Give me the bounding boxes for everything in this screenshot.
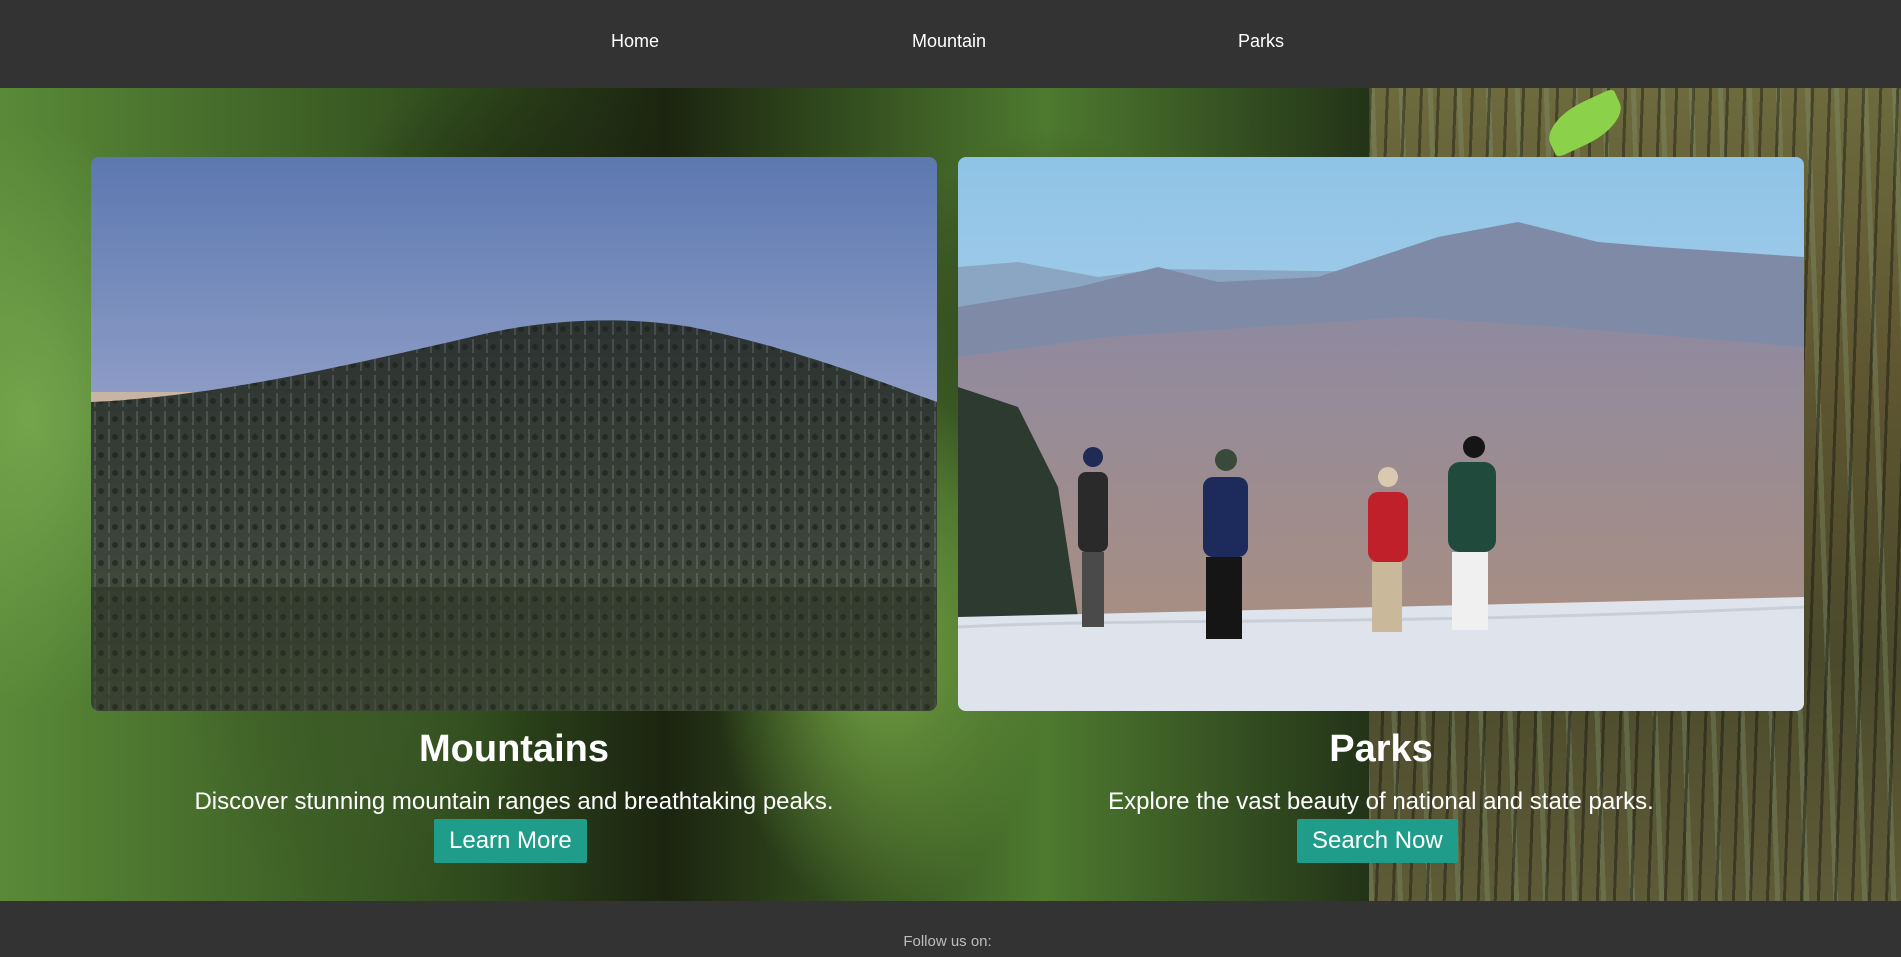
- footer: Follow us on:: [0, 901, 1901, 957]
- footer-follow-text: Follow us on:: [903, 933, 992, 950]
- parks-photo: [958, 157, 1804, 711]
- learn-more-button[interactable]: Learn More: [434, 819, 587, 863]
- mountains-description: Discover stunning mountain ranges and br…: [194, 788, 834, 815]
- mountains-photo: [91, 157, 937, 711]
- search-now-button[interactable]: Search Now: [1297, 819, 1458, 863]
- parks-image: [958, 157, 1804, 711]
- nav-link-parks[interactable]: Parks: [1238, 31, 1284, 52]
- mountains-image: [91, 157, 937, 711]
- hero-background: Mountains Discover stunning mountain ran…: [0, 88, 1901, 901]
- top-navbar: Home Mountain Parks: [0, 0, 1901, 88]
- nav-link-mountain[interactable]: Mountain: [912, 31, 986, 52]
- parks-title: Parks: [1329, 728, 1433, 770]
- mountains-title: Mountains: [419, 728, 609, 770]
- parks-description: Explore the vast beauty of national and …: [1108, 788, 1654, 815]
- nav-link-home[interactable]: Home: [611, 31, 659, 52]
